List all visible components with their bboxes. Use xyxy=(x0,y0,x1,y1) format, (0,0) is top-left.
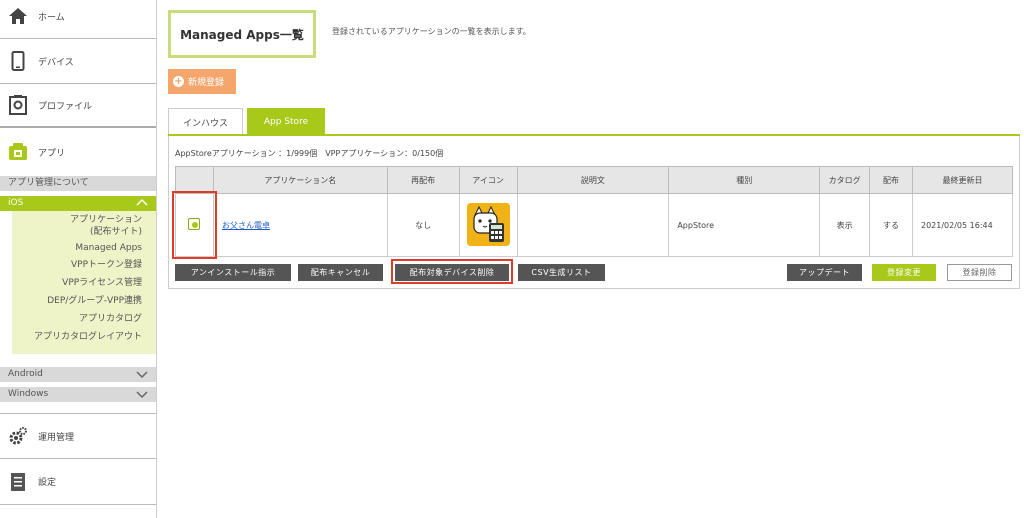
app-table: アプリケーション名 再配布 アイコン 説明文 種別 カタログ 配布 最終更新日 … xyxy=(175,166,1013,257)
col-header-redistribute: 再配布 xyxy=(386,166,460,194)
sidebar-section-label: Android xyxy=(8,369,43,379)
sidebar-item-label: プロファイル xyxy=(38,101,93,112)
col-header-type: 種別 xyxy=(668,166,821,194)
type-cell: AppStore xyxy=(668,193,821,257)
sidebar-item-app[interactable]: アプリ xyxy=(0,130,156,174)
sidebar-item-home[interactable]: ホーム xyxy=(0,0,156,39)
col-header-catalog: カタログ xyxy=(819,166,871,194)
app-counts: AppStoreアプリケーション ：1/999個 VPPアプリケーション：0/1… xyxy=(175,149,444,158)
updated-cell: 2021/02/05 16:44 xyxy=(912,193,1013,257)
sidebar-section-windows[interactable]: Windows xyxy=(0,387,156,402)
col-header-app-name: アプリケーション名 xyxy=(212,166,388,194)
col-header-select xyxy=(175,166,214,194)
sidebar-section-android[interactable]: Android xyxy=(0,367,156,382)
col-header-distribute: 配布 xyxy=(869,166,913,194)
icon-cell xyxy=(458,193,518,257)
change-registration-button[interactable]: 登録変更 xyxy=(872,264,936,281)
tab-inhouse[interactable]: インハウス xyxy=(168,108,243,135)
catalog-cell: 表示 xyxy=(819,193,871,257)
csv-generation-list-button[interactable]: CSV生成リスト xyxy=(518,264,605,281)
table-header-row: アプリケーション名 再配布 アイコン 説明文 種別 カタログ 配布 最終更新日 xyxy=(175,166,1013,194)
app-calculator-icon xyxy=(466,202,510,246)
page-title: Managed Apps一覧 xyxy=(168,10,316,58)
plus-icon: + xyxy=(173,76,184,87)
sidebar-section-label: Windows xyxy=(8,389,49,399)
submenu-item-application[interactable]: アプリケーション xyxy=(12,214,156,226)
highlight-box-select xyxy=(172,191,217,259)
submenu-item-dep-group[interactable]: DEP/グループ-VPP連携 xyxy=(12,295,156,307)
col-header-description: 説明文 xyxy=(516,166,670,194)
document-icon xyxy=(8,472,28,492)
ios-submenu: アプリケーション (配布サイト) Managed Apps VPPトークン登録 … xyxy=(12,211,156,354)
chevron-down-icon xyxy=(136,389,148,405)
submenu-item-catalog-layout[interactable]: アプリカタログレイアウト xyxy=(12,331,156,343)
sidebar-item-label: アプリ xyxy=(38,148,66,159)
highlight-box-remove-devices xyxy=(391,259,513,284)
sidebar-item-label: ホーム xyxy=(38,12,65,23)
sidebar-section-label: iOS xyxy=(8,198,24,208)
app-name-link[interactable]: お父さん電卓 xyxy=(222,221,270,230)
sidebar: ホーム デバイス プロファイル アプリ アプリ管理について iOS アプリケーシ… xyxy=(0,0,157,518)
tab-app-store[interactable]: App Store xyxy=(247,108,325,135)
submenu-item-application-sub[interactable]: (配布サイト) xyxy=(12,226,156,238)
app-root: ホーム デバイス プロファイル アプリ アプリ管理について iOS アプリケーシ… xyxy=(0,0,1024,518)
distribute-cell: する xyxy=(869,193,913,257)
col-header-icon: アイコン xyxy=(458,166,518,194)
sidebar-item-device[interactable]: デバイス xyxy=(0,39,156,84)
app-name-cell: お父さん電卓 xyxy=(212,193,388,257)
submenu-item-managed-apps[interactable]: Managed Apps xyxy=(12,242,156,254)
page-description: 登録されているアプリケーションの一覧を表示します。 xyxy=(332,27,531,36)
chevron-down-icon xyxy=(136,369,148,385)
profile-icon xyxy=(8,95,28,115)
sidebar-item-settings[interactable]: 設定 xyxy=(0,459,156,505)
redistribute-cell: なし xyxy=(386,193,460,257)
table-row[interactable]: お父さん電卓 なし AppStore 表示 する 2021/02/05 16:4… xyxy=(175,193,1013,257)
gears-icon xyxy=(8,426,28,446)
sidebar-item-operations[interactable]: 運用管理 xyxy=(0,413,156,459)
app-icon xyxy=(8,142,28,162)
update-button[interactable]: アップデート xyxy=(787,264,862,281)
col-header-updated: 最終更新日 xyxy=(912,166,1013,194)
sidebar-section-ios[interactable]: iOS xyxy=(0,196,156,211)
sidebar-item-app-about[interactable]: アプリ管理について xyxy=(0,176,156,191)
sidebar-item-label: 運用管理 xyxy=(38,432,75,443)
submenu-item-vpp-token[interactable]: VPPトークン登録 xyxy=(12,259,156,271)
new-register-label: 新規登録 xyxy=(188,78,225,88)
submenu-item-vpp-license[interactable]: VPPライセンス管理 xyxy=(12,277,156,289)
home-icon xyxy=(8,6,28,26)
description-cell xyxy=(516,193,670,257)
new-register-button[interactable]: + 新規登録 xyxy=(168,69,236,94)
sidebar-item-profile[interactable]: プロファイル xyxy=(0,84,156,128)
cancel-distribution-button[interactable]: 配布キャンセル xyxy=(298,264,383,281)
sidebar-item-label: デバイス xyxy=(38,57,74,68)
submenu-item-app-catalog[interactable]: アプリカタログ xyxy=(12,313,156,325)
delete-registration-button[interactable]: 登録削除 xyxy=(947,264,1012,281)
uninstall-instruction-button[interactable]: アンインストール指示 xyxy=(175,264,291,281)
smartphone-icon xyxy=(8,51,28,71)
sidebar-item-label: 設定 xyxy=(38,478,57,488)
